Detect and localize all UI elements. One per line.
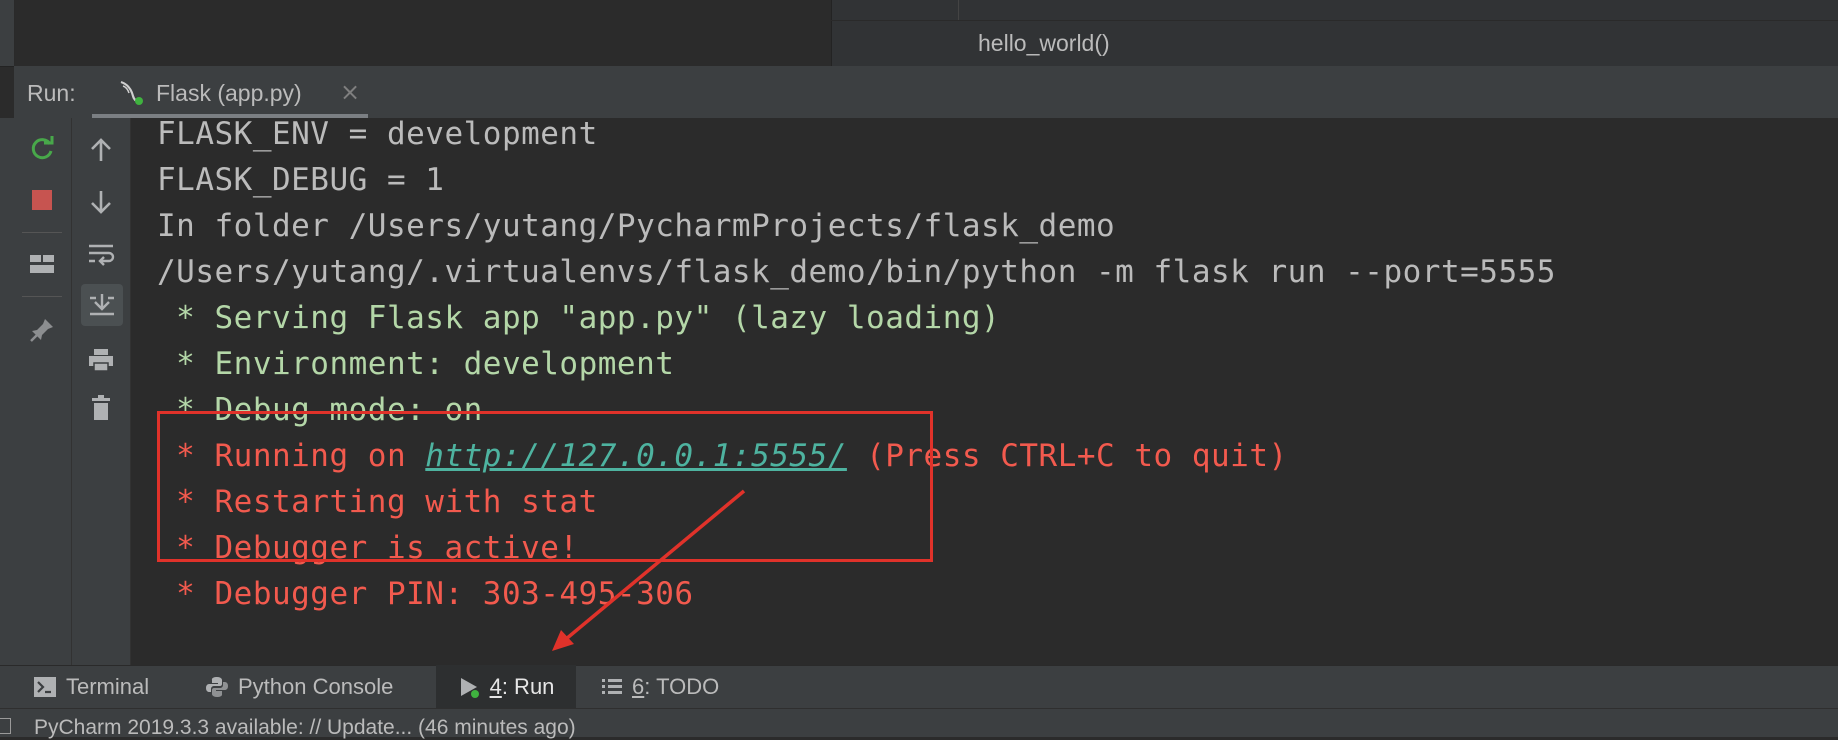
console-line: In folder /Users/yutang/PycharmProjects/… bbox=[157, 208, 1116, 244]
console-actions-toolbar bbox=[72, 118, 131, 665]
update-notification[interactable]: PyCharm 2019.3.3 available: // Update...… bbox=[34, 716, 576, 740]
annotation-highlight-box bbox=[157, 411, 933, 562]
run-actions-toolbar bbox=[14, 118, 72, 665]
trash-icon[interactable] bbox=[81, 388, 121, 428]
terminal-icon bbox=[34, 676, 56, 697]
left-tool-strip bbox=[0, 118, 15, 665]
tool-terminal-label: Terminal bbox=[66, 673, 150, 699]
print-icon[interactable] bbox=[81, 340, 121, 380]
arrow-up-icon[interactable] bbox=[81, 130, 121, 170]
rerun-icon[interactable] bbox=[22, 128, 62, 168]
console-line: FLASK_ENV = development bbox=[157, 116, 598, 152]
soft-wrap-icon[interactable] bbox=[81, 234, 121, 274]
toggle-tool-windows-icon[interactable] bbox=[0, 718, 11, 734]
run-tab-title: Flask (app.py) bbox=[156, 80, 302, 106]
tool-terminal[interactable]: Terminal bbox=[34, 665, 164, 708]
structure-row bbox=[831, 0, 1838, 21]
restore-layout-icon[interactable] bbox=[22, 244, 62, 284]
run-label: Run: bbox=[27, 80, 76, 106]
console-line: FLASK_DEBUG = 1 bbox=[157, 162, 445, 198]
tool-run[interactable]: 4: Run bbox=[436, 665, 576, 708]
tool-python-console[interactable]: Python Console bbox=[206, 665, 416, 708]
stop-icon[interactable] bbox=[22, 180, 62, 220]
tool-run-label: 4: Run bbox=[490, 674, 555, 700]
console-line: * Serving Flask app "app.py" (lazy loadi… bbox=[157, 300, 1001, 336]
console-line: /Users/yutang/.virtualenvs/flask_demo/bi… bbox=[157, 254, 1556, 290]
toolbar-divider bbox=[22, 296, 62, 297]
python-icon bbox=[206, 676, 228, 698]
breadcrumb-function[interactable]: hello_world() bbox=[978, 30, 1110, 57]
toolbar-divider bbox=[22, 232, 62, 233]
tool-python-console-label: Python Console bbox=[238, 673, 394, 699]
tool-todo[interactable]: 6: TODO bbox=[602, 665, 732, 708]
tool-todo-label: 6: TODO bbox=[632, 674, 719, 700]
run-icon bbox=[458, 676, 480, 698]
scroll-to-end-icon[interactable] bbox=[81, 284, 123, 326]
console-line: * Debugger PIN: 303-495-306 bbox=[157, 576, 694, 612]
tool-run-text: : Run bbox=[501, 673, 555, 699]
tool-todo-number: 6 bbox=[632, 673, 645, 699]
tool-todo-text: : TODO bbox=[644, 673, 720, 699]
close-icon[interactable]: × bbox=[340, 78, 360, 106]
pin-icon[interactable] bbox=[22, 310, 62, 350]
tool-run-number: 4 bbox=[489, 673, 502, 699]
arrow-down-icon[interactable] bbox=[81, 182, 121, 222]
flask-icon bbox=[117, 78, 145, 106]
structure-divider bbox=[958, 0, 959, 20]
left-tool-strip-top bbox=[0, 0, 15, 66]
console-line: * Environment: development bbox=[157, 346, 675, 382]
list-icon bbox=[602, 678, 622, 696]
